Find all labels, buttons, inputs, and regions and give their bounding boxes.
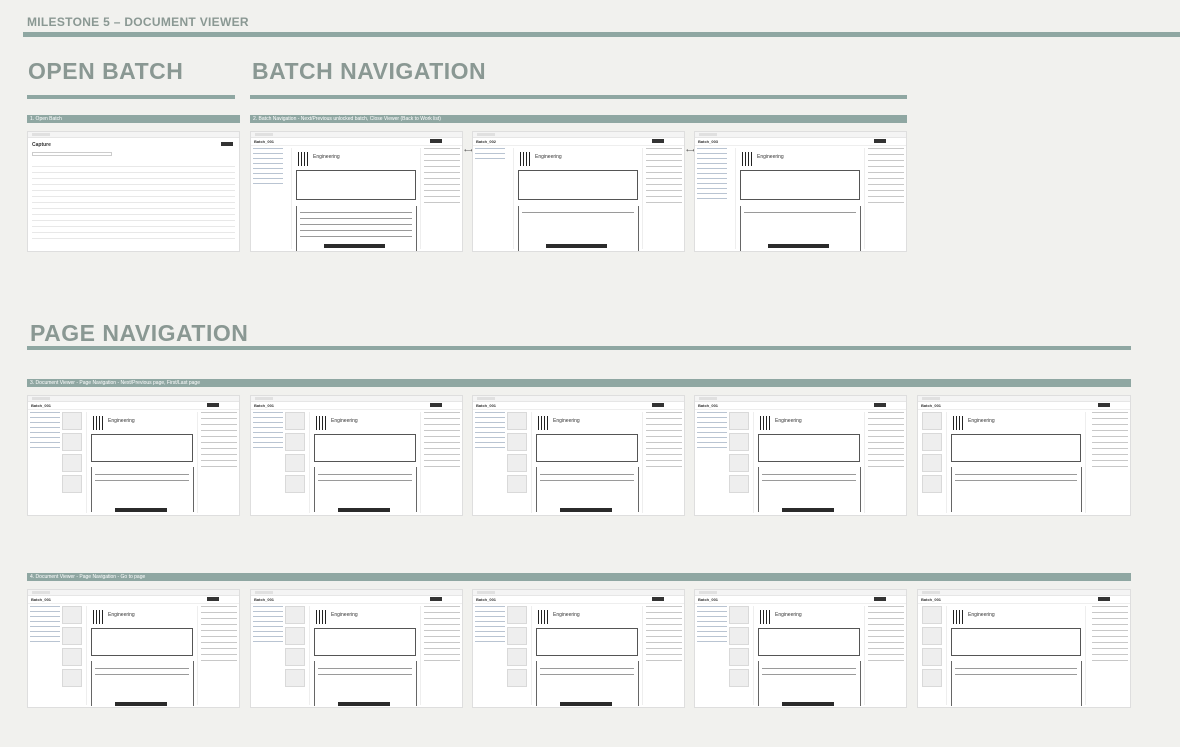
- thumb-title: Batch_001: [921, 597, 942, 602]
- page-nav-screenshot[interactable]: Batch_001 Engineering: [250, 395, 463, 516]
- thumb-title: Capture: [32, 142, 51, 148]
- company-logo-icon: [760, 416, 772, 430]
- company-logo-icon: [760, 610, 772, 624]
- company-logo-icon: [520, 152, 532, 166]
- open-batch-divider: [27, 95, 235, 99]
- brand-name: Engineering: [313, 154, 340, 160]
- company-logo-icon: [298, 152, 310, 166]
- brand-name: Engineering: [757, 154, 784, 160]
- open-batch-label: 1. Open Batch: [27, 115, 240, 123]
- page-header-title: MILESTONE 5 – DOCUMENT VIEWER: [27, 15, 249, 29]
- company-logo-icon: [316, 610, 328, 624]
- thumb-title: Batch_001: [31, 597, 52, 602]
- page-nav-row1-label: 3. Document Viewer - Page Navigation - N…: [27, 379, 1131, 387]
- page-nav-screenshot[interactable]: Batch_001 Engineering: [472, 589, 685, 708]
- company-logo-icon: [742, 152, 754, 166]
- company-logo-icon: [538, 610, 550, 624]
- page-nav-screenshot[interactable]: Batch_001 Engineering: [27, 395, 240, 516]
- thumb-title: Batch_001: [31, 403, 52, 408]
- thumb-title: Batch_001: [698, 403, 719, 408]
- open-batch-screenshot[interactable]: Capture: [27, 131, 240, 252]
- page-nav-row2-label: 4. Document Viewer - Page Navigation - G…: [27, 573, 1131, 581]
- company-logo-icon: [93, 610, 105, 624]
- company-logo-icon: [316, 416, 328, 430]
- company-logo-icon: [93, 416, 105, 430]
- browser-chrome: [28, 132, 239, 138]
- company-logo-icon: [953, 416, 965, 430]
- thumb-title: Batch_001: [254, 403, 275, 408]
- brand-name: Engineering: [108, 612, 135, 618]
- company-logo-icon: [953, 610, 965, 624]
- page-navigation-divider: [27, 346, 1131, 350]
- open-batch-heading: OPEN BATCH: [28, 58, 184, 84]
- page-nav-screenshot[interactable]: Batch_001 Engineering: [250, 589, 463, 708]
- batch-navigation-label: 2. Batch Navigation - Next/Previous unlo…: [250, 115, 907, 123]
- thumb-title: Batch_001: [476, 597, 497, 602]
- page-nav-screenshot[interactable]: Batch_001 Engineering: [917, 589, 1131, 708]
- thumb-title: Batch_001: [476, 403, 497, 408]
- primary-button: [221, 142, 233, 146]
- batch-navigation-heading: BATCH NAVIGATION: [252, 58, 487, 84]
- search-field: [32, 152, 112, 156]
- brand-name: Engineering: [775, 418, 802, 424]
- page-nav-screenshot[interactable]: Batch_001 Engineering: [27, 589, 240, 708]
- batch-nav-screenshot-3[interactable]: Batch_003 Engineering: [694, 131, 907, 252]
- thumb-title: Batch_001: [254, 597, 275, 602]
- brand-name: Engineering: [775, 612, 802, 618]
- brand-name: Engineering: [331, 418, 358, 424]
- header-divider: [23, 32, 1180, 37]
- page-nav-screenshot[interactable]: Batch_001 Engineering: [472, 395, 685, 516]
- batch-navigation-divider: [250, 95, 907, 99]
- batch-nav-screenshot-1[interactable]: Batch_001 Engineering: [250, 131, 463, 252]
- brand-name: Engineering: [108, 418, 135, 424]
- brand-name: Engineering: [535, 154, 562, 160]
- batch-table: [32, 166, 235, 247]
- batch-nav-screenshot-2[interactable]: Batch_002 Engineering: [472, 131, 685, 252]
- thumb-title: Batch_001: [921, 403, 942, 408]
- thumb-title: Batch_002: [476, 139, 497, 144]
- brand-name: Engineering: [968, 612, 995, 618]
- page-nav-screenshot[interactable]: Batch_001 Engineering: [917, 395, 1131, 516]
- thumb-title: Batch_001: [698, 597, 719, 602]
- page-navigation-heading: PAGE NAVIGATION: [30, 320, 249, 346]
- thumb-title: Batch_003: [698, 139, 719, 144]
- brand-name: Engineering: [553, 612, 580, 618]
- brand-name: Engineering: [968, 418, 995, 424]
- brand-name: Engineering: [331, 612, 358, 618]
- thumb-title: Batch_001: [254, 139, 275, 144]
- company-logo-icon: [538, 416, 550, 430]
- brand-name: Engineering: [553, 418, 580, 424]
- page-nav-screenshot[interactable]: Batch_001 Engineering: [694, 395, 907, 516]
- page-nav-screenshot[interactable]: Batch_001 Engineering: [694, 589, 907, 708]
